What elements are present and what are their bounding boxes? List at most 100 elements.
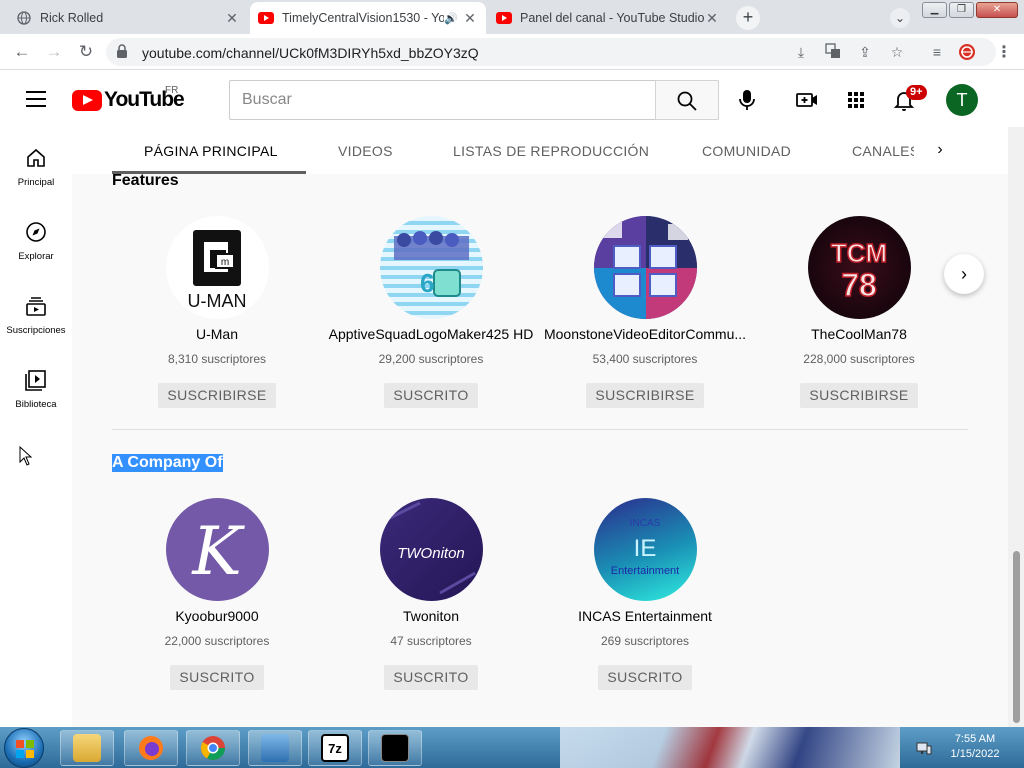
close-tab-icon[interactable]: ✕ [462,10,478,27]
channel-card[interactable]: 6 ApptiveSquadLogoMaker425 HD 29,200 sus… [324,216,538,408]
network-icon[interactable] [916,740,932,756]
sidebar-item-label: Suscripciones [6,325,66,336]
account-avatar[interactable]: T [946,84,978,116]
channel-name[interactable]: Kyoobur9000 [110,608,324,624]
section-title-a-company-of: A Company Of [112,454,223,472]
subscribe-button[interactable]: SUSCRIBIRSE [800,383,918,408]
sidebar-item-principal[interactable]: Principal [0,147,72,221]
create-video-icon[interactable] [795,88,819,112]
restore-button[interactable]: ❐ [949,2,974,18]
search-button[interactable] [655,80,719,120]
install-app-icon[interactable]: ⤓ [792,43,810,61]
subscriber-count: 22,000 suscriptores [164,634,270,648]
subscriber-count: 53,400 suscriptores [592,352,698,366]
channel-card[interactable]: MoonstoneVideoEditorCommu... 53,400 susc… [538,216,752,408]
subscriptions-icon [26,297,46,316]
page-scrollbar[interactable] [1008,127,1024,727]
close-tab-icon[interactable]: ✕ [704,10,720,27]
folder-icon [73,734,101,762]
taskbar-firefox-button[interactable] [124,730,178,766]
subscriber-count: 269 suscriptores [600,634,690,648]
bookmark-star-icon[interactable]: ☆ [888,43,906,61]
close-tab-icon[interactable]: ✕ [224,10,240,27]
channel-avatar[interactable]: TWOniton [379,498,483,601]
taskbar-cmd-button[interactable] [368,730,422,766]
translate-icon[interactable] [824,43,842,61]
hamburger-menu-icon[interactable] [26,91,46,107]
channel-card[interactable]: INCAS IE Entertainment INCAS Entertainme… [538,498,752,690]
windows-taskbar: 7z 7:55 AM 1/15/2022 [0,727,1024,768]
speaker-icon[interactable]: 🔊 [444,12,458,25]
sidebar-item-suscripciones[interactable]: Suscripciones [0,295,72,369]
forward-arrow-icon[interactable]: → [42,40,66,64]
browser-tab-rick-rolled[interactable]: Rick Rolled ✕ [8,2,248,34]
browser-menu-icon[interactable]: ⋮ [996,42,1012,62]
chevron-right-icon[interactable]: › [944,254,984,294]
subscribe-button[interactable]: SUSCRIBIRSE [158,383,276,408]
subscribed-button[interactable]: SUSCRITO [598,665,692,690]
extension-icon[interactable] [958,43,976,61]
youtube-favicon-icon [496,10,512,26]
notification-count-badge: 9+ [906,85,927,100]
tab-title: Rick Rolled [40,11,104,25]
tab-pagina-principal[interactable]: PÁGINA PRINCIPAL [144,143,278,159]
channel-home-content: Features m U-MAN U-Man 8,310 suscriptore… [72,174,1008,727]
tab-comunidad[interactable]: COMUNIDAD [702,143,791,159]
youtube-favicon-icon [258,10,274,26]
channel-card[interactable]: TCM 78 TheCoolMan78 228,000 suscriptores… [752,216,966,408]
chevron-right-icon[interactable]: › [930,140,950,160]
channel-name[interactable]: INCAS Entertainment [538,608,752,624]
back-arrow-icon[interactable]: ← [10,40,34,64]
lock-icon[interactable] [116,44,132,60]
taskbar-7zip-button[interactable]: 7z [308,730,362,766]
sidebar-item-biblioteca[interactable]: Biblioteca [0,369,72,443]
taskbar-control-panel-button[interactable] [248,730,302,766]
tab-search-chevron-icon[interactable]: ⌄ [890,8,910,28]
channel-card[interactable]: TWOniton Twoniton 47 suscriptores SUSCRI… [324,498,538,690]
chrome-icon [200,736,225,761]
channel-avatar[interactable] [593,216,697,319]
reload-icon[interactable]: ↻ [74,40,98,64]
tab-videos[interactable]: VIDEOS [338,143,393,159]
taskbar-explorer-button[interactable] [60,730,114,766]
share-icon[interactable]: ⇪ [856,43,874,61]
channel-name[interactable]: U-Man [110,326,324,342]
scrollbar-thumb[interactable] [1013,551,1020,723]
sidebar-item-explorar[interactable]: Explorar [0,221,72,295]
channel-avatar[interactable]: TCM 78 [807,216,911,319]
browser-tab-studio[interactable]: Panel del canal - YouTube Studio ✕ [488,2,728,34]
search-input[interactable] [230,81,655,119]
browser-toolbar: ← → ↻ youtube.com/channel/UCk0fM3DIRYh5x… [0,34,1024,70]
country-code: FR [165,85,179,96]
reading-list-icon[interactable]: ≡ [928,43,946,61]
search-icon [677,91,697,111]
taskbar-chrome-button[interactable] [186,730,240,766]
channel-card[interactable]: m U-MAN U-Man 8,310 suscriptores SUSCRIB… [110,216,324,408]
start-button[interactable] [4,728,44,768]
address-bar[interactable]: youtube.com/channel/UCk0fM3DIRYh5xd_bbZO… [106,38,996,66]
tab-title: TimelyCentralVision1530 - YouTube [282,11,445,25]
channel-name[interactable]: ApptiveSquadLogoMaker425 HD [324,326,538,342]
channel-name[interactable]: MoonstoneVideoEditorCommu... [538,326,752,342]
minimize-button[interactable]: ▁ [922,2,947,18]
channel-avatar[interactable]: m U-MAN [165,216,269,319]
section-title-features: Features [112,174,179,189]
channel-name[interactable]: TheCoolMan78 [752,326,966,342]
apps-grid-icon[interactable] [844,88,868,112]
subscribed-button[interactable]: SUSCRITO [384,665,478,690]
channel-avatar[interactable]: K [165,498,269,601]
system-clock[interactable]: 7:55 AM 1/15/2022 [940,732,1010,762]
channel-name[interactable]: Twoniton [324,608,538,624]
subscribed-button[interactable]: SUSCRITO [170,665,264,690]
browser-tab-channel[interactable]: TimelyCentralVision1530 - YouTube 🔊 ✕ [250,2,486,34]
new-tab-button[interactable]: + [736,6,760,30]
subscribed-button[interactable]: SUSCRITO [384,383,478,408]
channel-avatar[interactable]: INCAS IE Entertainment [593,498,697,601]
subscribe-button[interactable]: SUSCRIBIRSE [586,383,704,408]
microphone-icon[interactable] [736,88,758,112]
channel-avatar[interactable]: 6 [379,216,483,319]
channel-card[interactable]: K Kyoobur9000 22,000 suscriptores SUSCRI… [110,498,324,690]
close-window-button[interactable]: ✕ [976,2,1018,18]
tab-canales[interactable]: CANALES [852,143,914,159]
tab-listas[interactable]: LISTAS DE REPRODUCCIÓN [453,143,649,159]
